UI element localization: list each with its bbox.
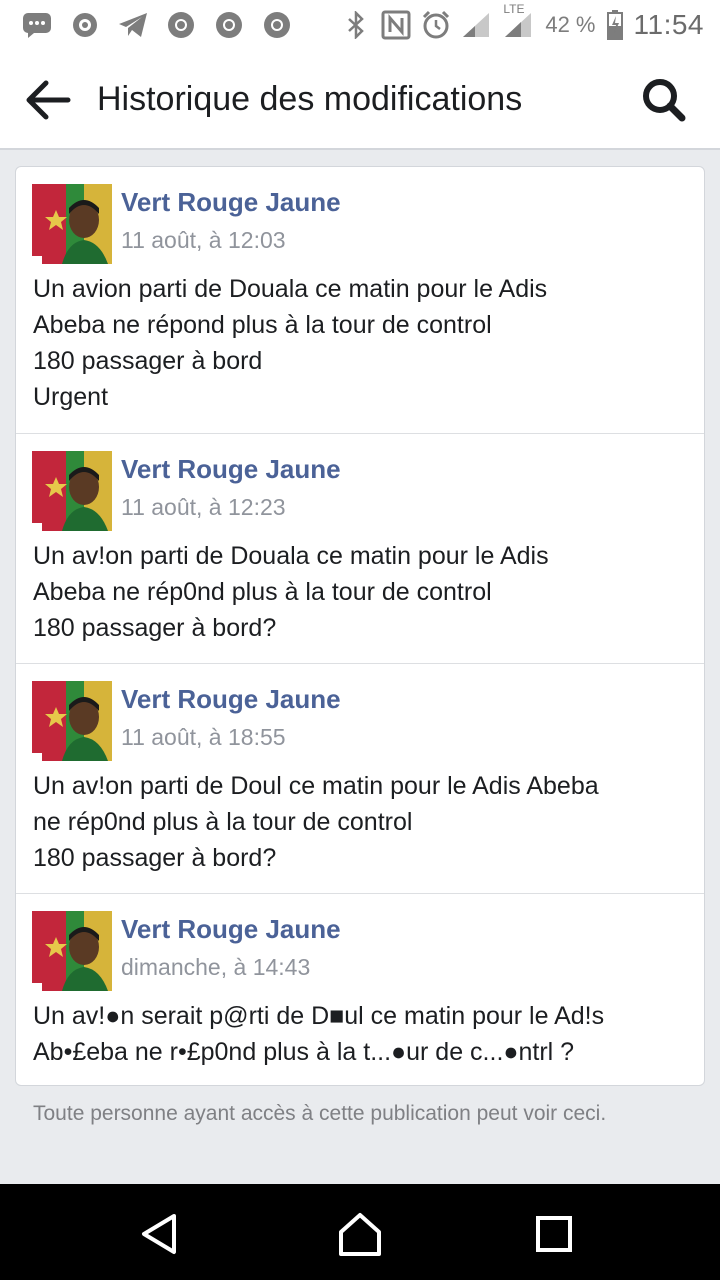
- back-button[interactable]: [24, 78, 72, 122]
- nfc-icon: [381, 10, 411, 40]
- timestamp: 11 août, à 18:55: [121, 724, 286, 750]
- bluetooth-icon: [341, 10, 371, 40]
- edit-history-card: Vert Rouge Jaune 11 août, à 12:03 Un avi…: [15, 166, 705, 1086]
- visibility-note: Toute personne ayant accès à cette publi…: [33, 1102, 607, 1125]
- timestamp: 11 août, à 12:23: [121, 494, 286, 520]
- page-title: Historique des modifications: [97, 80, 523, 118]
- chat-bubble-icon: [70, 10, 100, 40]
- telegram-icon: [118, 10, 148, 40]
- post-text: Un av!on parti de Doul ce matin pour le …: [33, 772, 599, 872]
- profile-photo: [32, 911, 112, 991]
- chrome-icon: [166, 10, 196, 40]
- author-name[interactable]: Vert Rouge Jaune: [121, 684, 341, 715]
- nav-back-button[interactable]: [136, 1210, 184, 1258]
- profile-photo: [32, 451, 112, 531]
- app-header: Historique des modifications: [0, 50, 720, 150]
- post-text: Un avion parti de Douala ce matin pour l…: [33, 275, 548, 411]
- signal-icon: [461, 10, 491, 40]
- profile-photo: [32, 681, 112, 761]
- status-bar: LTE 42 % 11:54: [0, 0, 720, 50]
- post-text: Un av!on parti de Douala ce matin pour l…: [33, 542, 549, 642]
- avatar[interactable]: [32, 911, 112, 991]
- avatar[interactable]: [32, 681, 112, 761]
- lte-signal-icon: LTE: [501, 2, 535, 40]
- system-nav-bar: [0, 1184, 720, 1280]
- profile-photo: [32, 184, 112, 264]
- nav-recents-button[interactable]: [530, 1210, 578, 1258]
- history-entry: Vert Rouge Jaune dimanche, à 14:43 Un av…: [16, 894, 704, 1085]
- author-name[interactable]: Vert Rouge Jaune: [121, 187, 341, 218]
- back-triangle-icon: [142, 1214, 176, 1254]
- clock: 11:54: [633, 9, 704, 40]
- post-text: Un av!●n serait p@rti de D■ul ce matin p…: [33, 1002, 605, 1066]
- lte-label: LTE: [503, 2, 525, 16]
- arrow-left-icon: [26, 80, 71, 120]
- nav-home-button[interactable]: [336, 1210, 384, 1258]
- author-name[interactable]: Vert Rouge Jaune: [121, 454, 341, 485]
- alarm-icon: [421, 10, 451, 40]
- author-name[interactable]: Vert Rouge Jaune: [121, 914, 341, 945]
- battery-percent: 42 %: [545, 12, 596, 37]
- battery-icon: [606, 10, 624, 40]
- search-icon: [643, 79, 686, 122]
- avatar[interactable]: [32, 184, 112, 264]
- recents-icon: [536, 1216, 572, 1252]
- search-button[interactable]: [640, 76, 688, 124]
- timestamp: 11 août, à 12:03: [121, 227, 286, 253]
- chrome-icon: [262, 10, 292, 40]
- history-entry: Vert Rouge Jaune 11 août, à 12:03 Un avi…: [16, 167, 704, 434]
- home-icon: [339, 1213, 381, 1256]
- messenger-icon: [22, 10, 52, 40]
- chrome-icon: [214, 10, 244, 40]
- history-entry: Vert Rouge Jaune 11 août, à 18:55 Un av!…: [16, 664, 704, 894]
- history-entry: Vert Rouge Jaune 11 août, à 12:23 Un av!…: [16, 434, 704, 664]
- avatar[interactable]: [32, 451, 112, 531]
- timestamp: dimanche, à 14:43: [121, 954, 311, 980]
